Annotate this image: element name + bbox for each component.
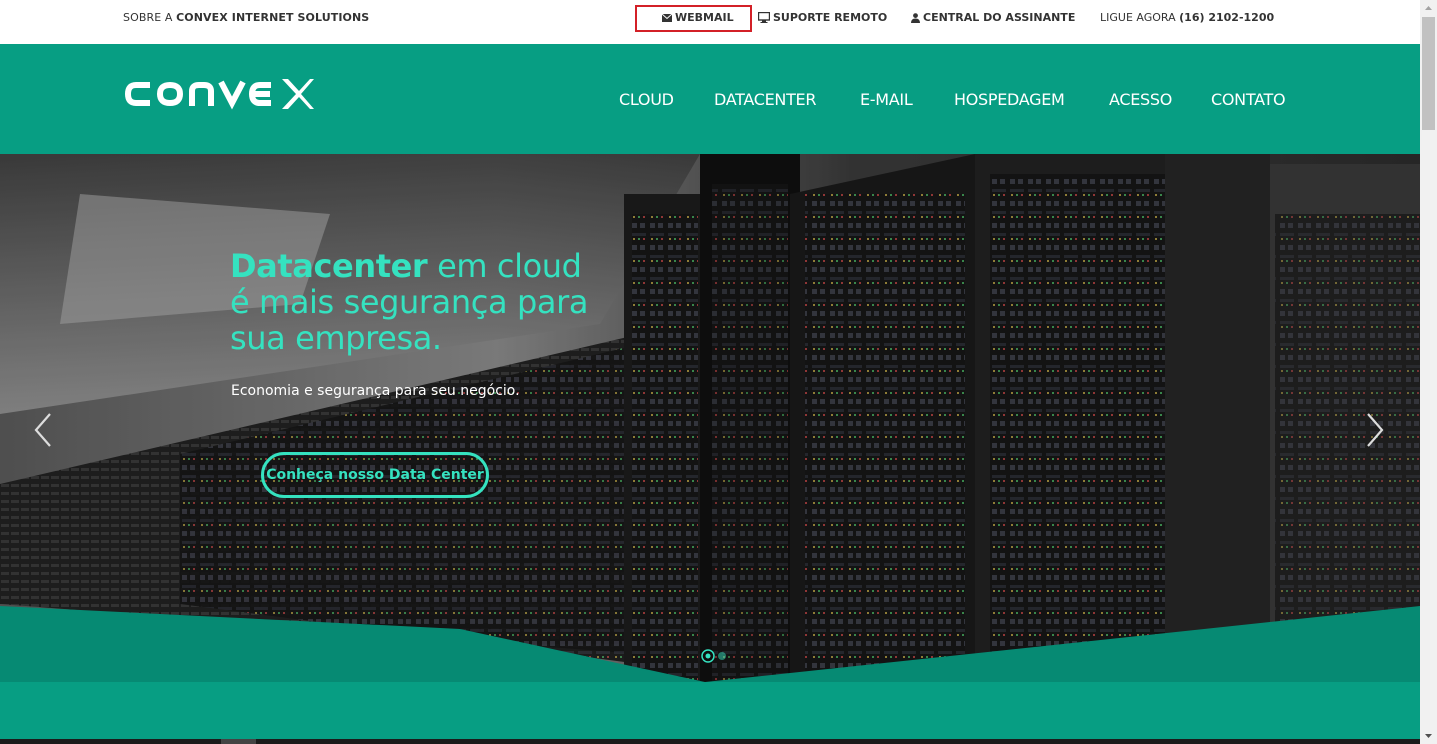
hero-slider: Datacenter em cloud é mais segurança par…: [0, 154, 1420, 682]
convex-logo[interactable]: [124, 76, 314, 116]
about-prefix: SOBRE A: [123, 11, 177, 24]
scroll-down-icon[interactable]: [1420, 727, 1437, 744]
footer-tab: [221, 739, 256, 744]
hero-title: Datacenter em cloud é mais segurança par…: [230, 248, 588, 356]
call-prefix: LIGUE AGORA: [1100, 11, 1176, 24]
logo-mark-icon: [124, 79, 314, 110]
nav-contact[interactable]: CONTATO: [1211, 90, 1286, 109]
slide-dot[interactable]: [718, 652, 726, 660]
vertical-scrollbar[interactable]: [1420, 0, 1437, 744]
hero-background-image: [0, 154, 1420, 682]
hero-title-line2: é mais segurança para: [230, 283, 589, 321]
scroll-up-icon[interactable]: [1420, 0, 1437, 17]
hero-title-bold: Datacenter: [230, 247, 428, 285]
phone-info: LIGUE AGORA (16) 2102-1200: [1100, 11, 1274, 24]
main-header: CLOUD DATACENTER E-MAIL HOSPEDAGEM ACESS…: [0, 44, 1420, 154]
nav-email[interactable]: E-MAIL: [860, 90, 913, 109]
nav-hosting[interactable]: HOSPEDAGEM: [954, 90, 1065, 109]
about-company: CONVEX INTERNET SOLUTIONS: [176, 11, 370, 24]
user-icon: [911, 12, 920, 23]
webmail-highlight-box: [635, 5, 752, 32]
remote-support-link[interactable]: SUPORTE REMOTO: [758, 11, 887, 24]
footer-bar: [0, 739, 1420, 744]
monitor-icon: [758, 12, 770, 23]
nav-access[interactable]: ACESSO: [1109, 90, 1172, 109]
phone-number: (16) 2102-1200: [1179, 11, 1275, 24]
chevron-right-icon[interactable]: [1364, 410, 1386, 450]
hero-title-line3: sua empresa.: [230, 319, 442, 357]
chevron-left-icon[interactable]: [32, 410, 54, 450]
top-bar: SOBRE A CONVEX INTERNET SOLUTIONS WEBMAI…: [0, 0, 1420, 44]
hero-title-rest: em cloud: [427, 247, 582, 285]
nav-datacenter[interactable]: DATACENTER: [714, 90, 817, 109]
teal-section: [0, 682, 1420, 739]
subscriber-center-link[interactable]: CENTRAL DO ASSINANTE: [911, 11, 1075, 24]
scrollbar-thumb[interactable]: [1422, 17, 1435, 130]
datacenter-cta-button[interactable]: Conheça nosso Data Center: [261, 452, 489, 498]
nav-cloud[interactable]: CLOUD: [619, 90, 674, 109]
subscriber-label: CENTRAL DO ASSINANTE: [923, 11, 1076, 24]
about-link[interactable]: SOBRE A CONVEX INTERNET SOLUTIONS: [123, 11, 369, 24]
hero-subtitle: Economia e segurança para seu negócio.: [231, 383, 520, 399]
remote-support-label: SUPORTE REMOTO: [773, 11, 888, 24]
slider-dots: [701, 649, 726, 663]
